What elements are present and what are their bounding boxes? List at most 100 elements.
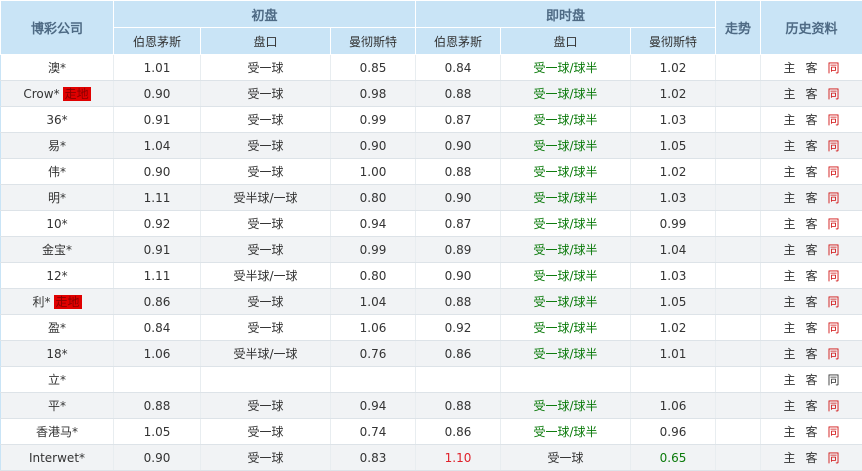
history-same-link[interactable]: 同 (828, 113, 840, 127)
history-away-link[interactable]: 客 (806, 295, 818, 309)
history-same-link[interactable]: 同 (828, 373, 840, 387)
history-home-link[interactable]: 主 (783, 399, 795, 413)
initial-away-odds: 0.99 (331, 107, 416, 133)
trend-cell[interactable] (716, 107, 761, 133)
history-home-link[interactable]: 主 (783, 269, 795, 283)
history-same-link[interactable]: 同 (828, 165, 840, 179)
history-home-link[interactable]: 主 (783, 373, 795, 387)
history-cell: 主客同 (761, 341, 862, 367)
history-same-link[interactable]: 同 (828, 321, 840, 335)
trend-cell[interactable] (716, 263, 761, 289)
initial-away-odds: 1.00 (331, 159, 416, 185)
history-away-link[interactable]: 客 (806, 191, 818, 205)
trend-cell[interactable] (716, 419, 761, 445)
live-handicap: 受一球/球半 (501, 341, 631, 367)
history-home-link[interactable]: 主 (783, 243, 795, 257)
live-handicap: 受一球/球半 (501, 211, 631, 237)
history-home-link[interactable]: 主 (783, 295, 795, 309)
table-row: 香港马* 1.05 受一球 0.74 0.86 受一球/球半 0.96 主客同 (1, 419, 862, 445)
trend-cell[interactable] (716, 211, 761, 237)
history-away-link[interactable]: 客 (806, 139, 818, 153)
trend-cell[interactable] (716, 185, 761, 211)
initial-home-odds: 0.86 (114, 289, 201, 315)
history-home-link[interactable]: 主 (783, 87, 795, 101)
history-same-link[interactable]: 同 (828, 399, 840, 413)
live-away-odds: 1.06 (631, 393, 716, 419)
history-home-link[interactable]: 主 (783, 61, 795, 75)
history-cell: 主客同 (761, 185, 862, 211)
history-same-link[interactable]: 同 (828, 425, 840, 439)
live-home-odds: 0.90 (416, 133, 501, 159)
history-home-link[interactable]: 主 (783, 191, 795, 205)
history-same-link[interactable]: 同 (828, 87, 840, 101)
initial-away-odds: 0.99 (331, 237, 416, 263)
company-name: 盈* (48, 321, 66, 335)
history-away-link[interactable]: 客 (806, 243, 818, 257)
initial-handicap: 受一球 (201, 289, 331, 315)
history-home-link[interactable]: 主 (783, 217, 795, 231)
trend-cell[interactable] (716, 289, 761, 315)
history-same-link[interactable]: 同 (828, 217, 840, 231)
history-same-link[interactable]: 同 (828, 451, 840, 465)
table-row: 伟* 0.90 受一球 1.00 0.88 受一球/球半 1.02 主客同 (1, 159, 862, 185)
company-name: 香港马* (36, 425, 78, 439)
history-away-link[interactable]: 客 (806, 269, 818, 283)
trend-cell[interactable] (716, 237, 761, 263)
trend-cell[interactable] (716, 393, 761, 419)
table-row: 10* 0.92 受一球 0.94 0.87 受一球/球半 0.99 主客同 (1, 211, 862, 237)
history-same-link[interactable]: 同 (828, 269, 840, 283)
initial-away-odds: 0.90 (331, 133, 416, 159)
live-away-odds: 1.04 (631, 237, 716, 263)
history-home-link[interactable]: 主 (783, 425, 795, 439)
trend-cell[interactable] (716, 367, 761, 393)
history-home-link[interactable]: 主 (783, 113, 795, 127)
live-home-odds: 0.88 (416, 393, 501, 419)
initial-away-odds: 0.98 (331, 81, 416, 107)
history-away-link[interactable]: 客 (806, 425, 818, 439)
live-away-odds (631, 367, 716, 393)
trend-cell[interactable] (716, 315, 761, 341)
initial-handicap: 受一球 (201, 419, 331, 445)
history-away-link[interactable]: 客 (806, 373, 818, 387)
history-home-link[interactable]: 主 (783, 321, 795, 335)
header-company: 博彩公司 (1, 1, 114, 55)
company-cell: 平* (1, 393, 114, 419)
history-away-link[interactable]: 客 (806, 113, 818, 127)
company-cell: 易* (1, 133, 114, 159)
history-home-link[interactable]: 主 (783, 451, 795, 465)
initial-handicap: 受一球 (201, 393, 331, 419)
history-away-link[interactable]: 客 (806, 87, 818, 101)
initial-home-odds: 0.90 (114, 159, 201, 185)
history-away-link[interactable]: 客 (806, 61, 818, 75)
history-same-link[interactable]: 同 (828, 191, 840, 205)
live-badge[interactable]: 走地 (63, 87, 91, 101)
history-cell: 主客同 (761, 263, 862, 289)
history-home-link[interactable]: 主 (783, 165, 795, 179)
company-name: 平* (48, 399, 66, 413)
initial-handicap: 受一球 (201, 159, 331, 185)
history-home-link[interactable]: 主 (783, 347, 795, 361)
trend-cell[interactable] (716, 341, 761, 367)
history-away-link[interactable]: 客 (806, 451, 818, 465)
history-away-link[interactable]: 客 (806, 217, 818, 231)
history-same-link[interactable]: 同 (828, 61, 840, 75)
history-away-link[interactable]: 客 (806, 347, 818, 361)
trend-cell[interactable] (716, 81, 761, 107)
trend-cell[interactable] (716, 133, 761, 159)
trend-cell[interactable] (716, 159, 761, 185)
history-same-link[interactable]: 同 (828, 243, 840, 257)
initial-handicap: 受一球 (201, 133, 331, 159)
history-same-link[interactable]: 同 (828, 347, 840, 361)
history-away-link[interactable]: 客 (806, 321, 818, 335)
history-same-link[interactable]: 同 (828, 139, 840, 153)
history-home-link[interactable]: 主 (783, 139, 795, 153)
live-badge[interactable]: 走地 (54, 295, 82, 309)
initial-away-odds: 0.94 (331, 211, 416, 237)
initial-handicap: 受一球 (201, 81, 331, 107)
trend-cell[interactable] (716, 55, 761, 81)
history-away-link[interactable]: 客 (806, 399, 818, 413)
history-away-link[interactable]: 客 (806, 165, 818, 179)
history-same-link[interactable]: 同 (828, 295, 840, 309)
company-cell: 香港马* (1, 419, 114, 445)
header-initial-handicap: 盘口 (201, 28, 331, 55)
